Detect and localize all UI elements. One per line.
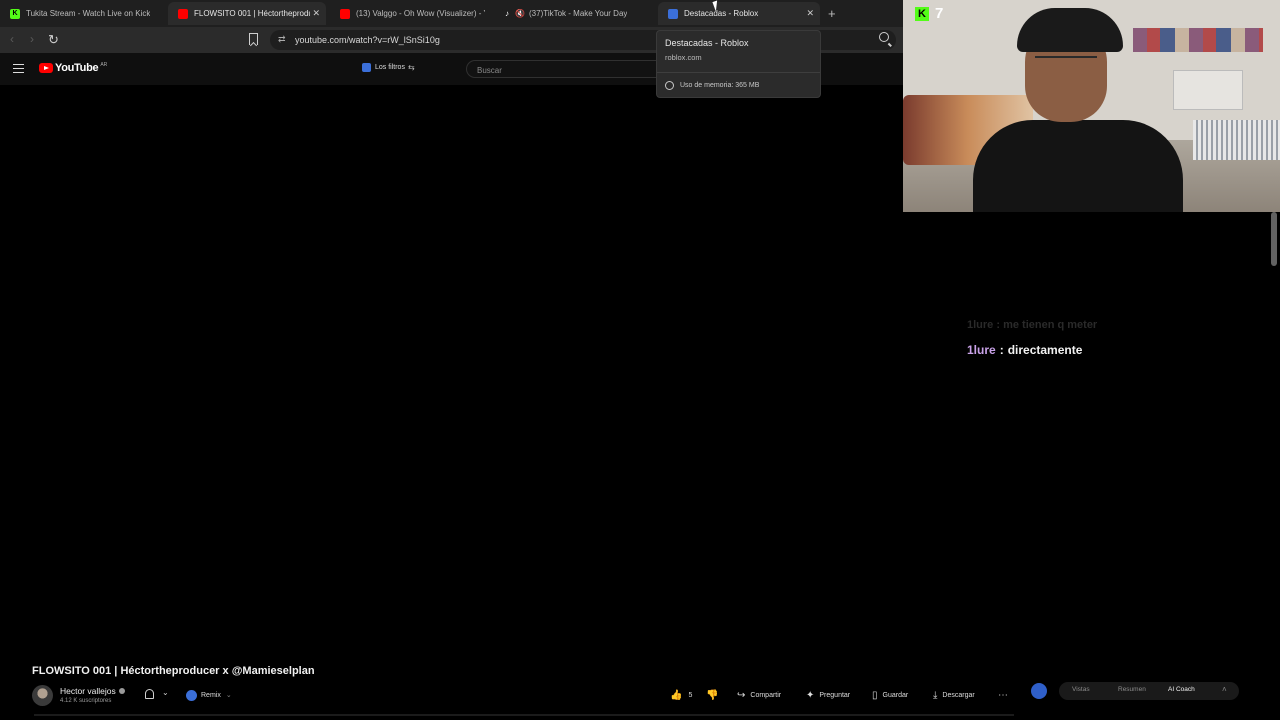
viewer-count: 7 [935,5,944,22]
channel-name-row[interactable]: Hector vallejos [60,686,125,696]
share-label: Compartir [750,691,782,699]
channel-info: Hector vallejos 4.12 K suscriptores [32,684,125,706]
back-icon[interactable]: ‹ [10,32,14,46]
tab-title: (13) Valggo - Oh Wow (Visualizer) - Y [356,9,485,18]
tab-youtube-flowsito[interactable]: FLOWSITO 001 | Héctortheprodu ✕ [168,2,326,25]
menu-icon[interactable] [13,64,24,73]
chat-message: 1lure : directamente [967,343,1082,357]
tab-title: FLOWSITO 001 | Héctortheprodu [194,9,310,18]
ask-button[interactable]: ✦ Preguntar [806,687,850,703]
viewer-count-badge: K 7 [915,5,943,22]
new-tab-icon[interactable]: + [828,6,836,21]
tab-kick[interactable]: K Tukita Stream - Watch Live on Kick [0,2,165,25]
ask-label: Preguntar [819,691,851,699]
tab-title: (37)TikTok - Make Your Day [529,9,628,18]
tab-hover-card: Destacadas - Roblox roblox.com Uso de me… [656,30,821,98]
option-views[interactable]: Vistas [1072,686,1090,693]
more-icon: ⋯ [998,689,1008,701]
share-icon: ↪ [737,689,746,701]
bell-icon[interactable] [145,689,154,699]
forward-icon[interactable]: › [30,32,34,46]
memory-gauge-icon [665,81,674,90]
thumbs-down-icon: 👎 [706,689,719,701]
youtube-logo[interactable]: YouTube AR [39,62,107,74]
youtube-wordmark: YouTube [55,62,99,74]
memory-text: Uso de memoria: 365 MB [680,82,760,89]
save-label: Guardar [882,691,909,699]
chat-text: me tienen q meter [1003,319,1098,331]
video-title: FLOWSITO 001 | Héctortheproducer x @Mami… [32,665,315,677]
tab-title: Tukita Stream - Watch Live on Kick [26,9,151,18]
browser-tab-strip: K Tukita Stream - Watch Live on Kick FLO… [0,0,903,27]
verified-icon [118,688,125,694]
subscriber-count: 4.12 K suscriptores [60,698,112,704]
divider [657,72,820,73]
ai-coach-panel: Vistas Resumen AI Coach ˄ [1031,682,1239,700]
channel-avatar[interactable] [32,684,53,706]
dislike-button[interactable]: 👎 [706,687,718,703]
like-count: 5 [688,691,693,699]
tab-youtube-valggo[interactable]: (13) Valggo - Oh Wow (Visualizer) - Y [330,2,485,25]
country-code: AR [100,62,108,68]
download-button[interactable]: ⤓ Descargar [933,687,975,703]
channel-name[interactable]: Hector vallejos [60,686,116,696]
tab-title: Destacadas - Roblox [684,9,759,18]
roblox-icon [668,8,678,19]
screen: K Tukita Stream - Watch Live on Kick FLO… [0,0,1280,720]
youtube-icon [178,8,188,19]
divider [34,714,1014,716]
filter-extension-icon [362,63,371,72]
tune-icon: ⇆ [407,63,415,72]
download-icon: ⤓ [933,689,938,701]
reload-icon[interactable]: ↻ [48,32,59,48]
download-label: Descargar [942,691,975,699]
remix-button[interactable]: Remix ⌄ [186,687,232,703]
option-ai-coach[interactable]: AI Coach [1168,686,1195,693]
tab-tiktok[interactable]: ♪ 🔇 (37)TikTok - Make Your Day [492,2,652,25]
share-button[interactable]: ↪ Compartir [737,687,781,703]
chat-separator: : [999,343,1004,357]
save-icon: ▯ [872,689,878,701]
hover-card-domain: roblox.com [665,53,702,62]
site-info-icon[interactable]: ⇄ [278,34,286,45]
chevron-up-icon[interactable]: ˄ [1222,685,1227,694]
sparkle-icon: ✦ [806,689,815,701]
bookmark-icon[interactable] [249,33,258,45]
kick-icon: K [10,8,20,19]
remix-label: Remix [201,691,221,699]
muted-icon[interactable]: 🔇 [515,8,525,19]
remix-icon [186,689,197,701]
thumbs-up-icon: 👍 [670,689,683,701]
webcam-overlay [903,0,1280,212]
close-icon[interactable]: ✕ [312,8,320,19]
chat-user: 1lure [967,319,994,331]
chevron-down-icon[interactable]: ⌄ [162,688,169,697]
option-summary[interactable]: Resumen [1118,686,1146,693]
zoom-icon[interactable] [879,32,889,42]
close-icon[interactable]: ✕ [806,8,814,19]
youtube-play-icon [39,63,53,73]
scrollbar-thumb[interactable] [1271,212,1277,266]
chat-message-faded: 1lure : me tienen q meter [967,319,1098,331]
hover-card-title: Destacadas - Roblox [665,38,749,48]
hover-card-memory: Uso de memoria: 365 MB [665,81,759,90]
ai-view-switch: Vistas Resumen AI Coach [1059,682,1239,700]
like-button[interactable]: 👍 5 [670,687,692,703]
chat-user: 1lure [967,343,996,357]
filters-label: Los filtros [375,64,405,71]
tab-roblox[interactable]: Destacadas - Roblox ✕ [658,2,820,25]
chevron-down-icon: ⌄ [225,692,232,699]
kick-logo-icon: K [915,6,929,21]
chat-text: directamente [1007,343,1083,357]
more-actions-button[interactable]: ⋯ [998,687,1008,703]
save-button[interactable]: ▯ Guardar [872,687,908,703]
youtube-icon [340,8,350,19]
url-text: youtube.com/watch?v=rW_lSnSi10g [295,35,440,45]
ai-extension-icon[interactable] [1031,683,1047,699]
tiktok-icon: ♪ [502,8,512,19]
filters-chip[interactable]: Los filtros ⇆ [362,63,415,72]
